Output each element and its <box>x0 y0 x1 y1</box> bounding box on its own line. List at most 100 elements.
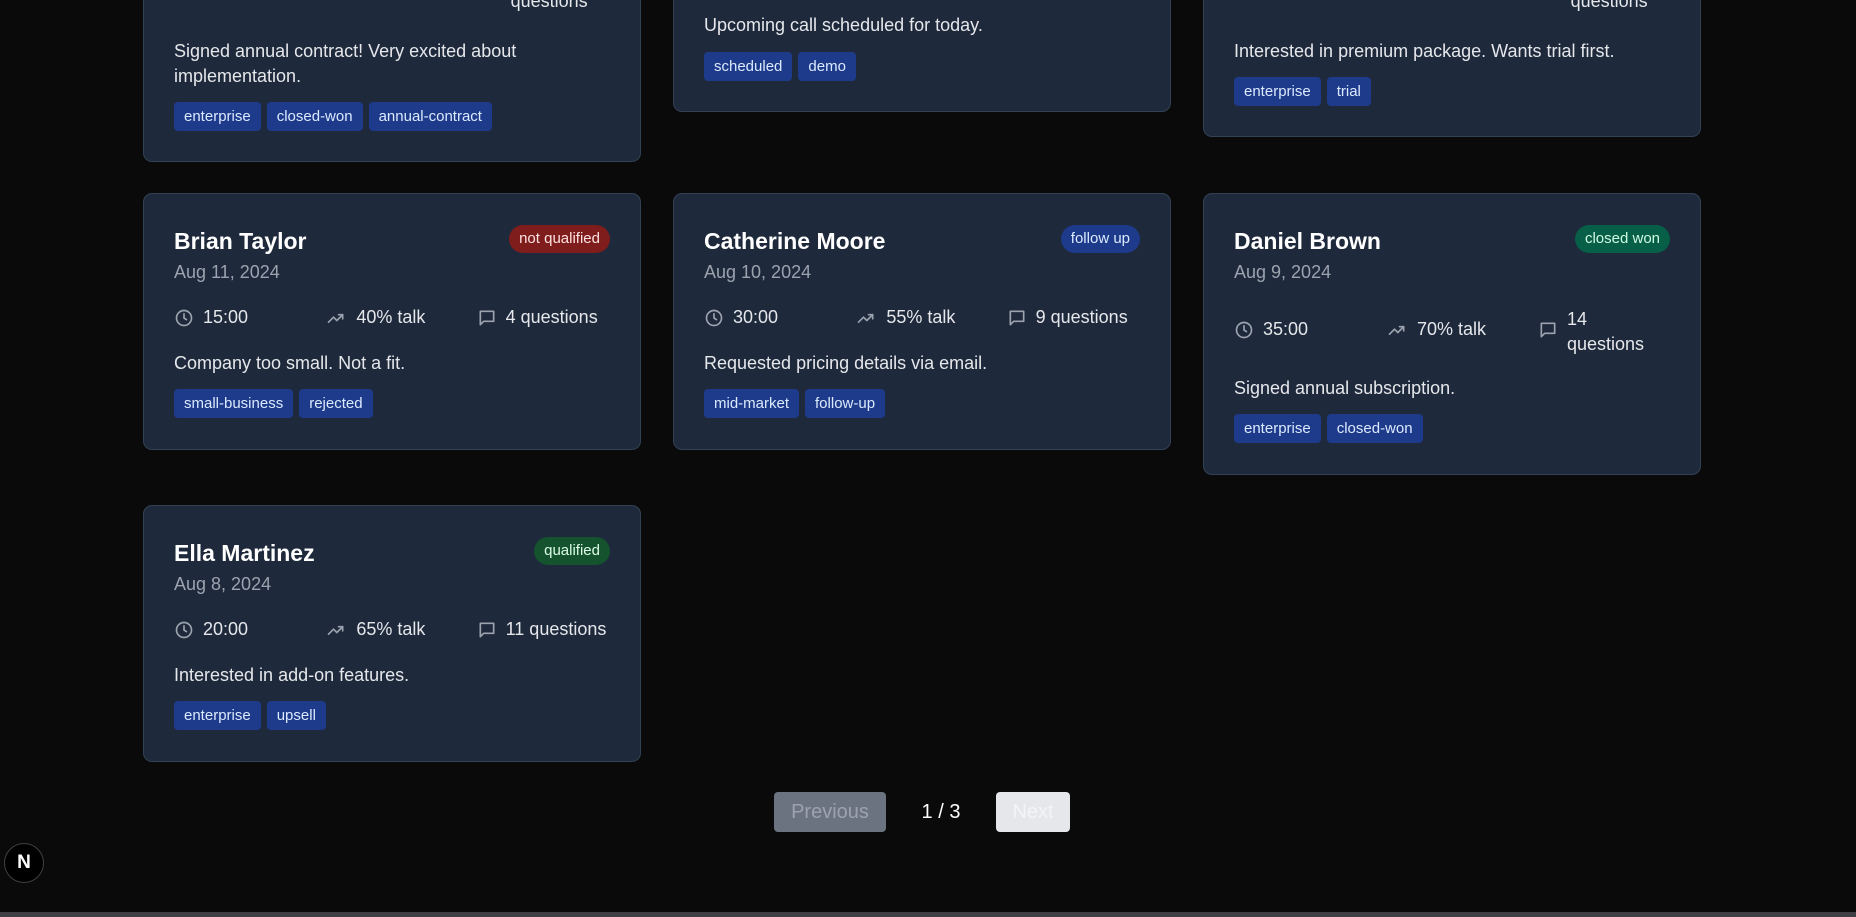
message-square-icon <box>1009 310 1025 326</box>
tag[interactable]: upsell <box>266 701 326 730</box>
tag[interactable]: demo <box>798 52 856 81</box>
talk-metric: 40% talk <box>325 307 476 328</box>
status-badge: follow up <box>1060 225 1140 253</box>
talk-metric: 70% talk <box>1386 319 1538 357</box>
tag[interactable]: enterprise <box>174 102 261 131</box>
duration-metric: 35:00 <box>1234 319 1386 357</box>
message-square-icon <box>479 622 495 638</box>
tag[interactable]: enterprise <box>1234 77 1321 106</box>
tag[interactable]: trial <box>1326 77 1371 106</box>
talk-metric <box>1385 0 1536 12</box>
talk-value: 65% talk <box>356 619 426 639</box>
questions-value: questions <box>510 0 588 11</box>
call-metrics: questions <box>174 0 610 12</box>
tag-list: mid-market follow-up <box>704 389 1140 418</box>
status-badge: not qualified <box>509 225 610 253</box>
tag[interactable]: mid-market <box>704 389 800 418</box>
duration-value: 15:00 <box>203 307 249 327</box>
next-button[interactable]: Next <box>996 792 1070 832</box>
tag-list: scheduled demo <box>704 52 1140 81</box>
tag[interactable]: small-business <box>174 389 294 418</box>
call-metrics: 35:00 70% talk 14 questions <box>1234 307 1670 357</box>
tag[interactable]: enterprise <box>1234 414 1321 443</box>
call-card[interactable]: questions Interested in premium package.… <box>1203 0 1701 137</box>
call-card[interactable]: Ella Martinez Aug 8, 2024 qualified 20:0… <box>143 505 641 762</box>
questions-value: 4 questions <box>505 307 598 327</box>
message-square-icon <box>479 310 495 326</box>
call-card[interactable]: Catherine Moore Aug 10, 2024 follow up 3… <box>673 193 1171 450</box>
talk-metric: 65% talk <box>325 619 476 640</box>
talk-metric <box>325 0 476 12</box>
tag[interactable]: closed-won <box>1326 414 1423 443</box>
questions-metric: 11 questions <box>477 619 610 640</box>
duration-metric <box>1234 0 1385 12</box>
page-indicator: 1 / 3 <box>921 800 961 823</box>
questions-value: 9 questions <box>1035 307 1128 327</box>
tag-list: enterprise closed-won <box>1234 414 1670 443</box>
clock-icon <box>705 309 723 327</box>
questions-metric: 14 questions <box>1538 309 1644 357</box>
call-date: Aug 9, 2024 <box>1234 262 1332 282</box>
duration-value: 20:00 <box>203 619 249 639</box>
questions-value: questions <box>1570 0 1648 11</box>
talk-metric: 55% talk <box>855 307 1006 328</box>
talk-value: 70% talk <box>1417 319 1487 339</box>
call-card[interactable]: questions Signed annual contract! Very e… <box>143 0 641 162</box>
call-summary: Requested pricing details via email. <box>704 353 988 373</box>
questions-metric: 4 questions <box>477 307 610 328</box>
framework-logo-icon[interactable]: N <box>4 843 44 883</box>
call-date: Aug 8, 2024 <box>174 574 272 594</box>
call-summary: Upcoming call scheduled for today. <box>704 15 983 35</box>
tag[interactable]: annual-contract <box>368 102 492 131</box>
call-card[interactable]: Daniel Brown Aug 9, 2024 closed won 35:0… <box>1203 193 1701 475</box>
tag-list: enterprise upsell <box>174 701 610 730</box>
tag[interactable]: closed-won <box>266 102 363 131</box>
trending-up-icon <box>327 625 344 635</box>
call-date: Aug 11, 2024 <box>174 262 280 282</box>
clock-icon <box>1235 321 1253 339</box>
contact-name: Ella Martinez <box>174 540 315 566</box>
clock-icon <box>175 309 193 327</box>
duration-metric: 20:00 <box>174 619 325 640</box>
message-square-icon <box>1540 322 1556 338</box>
horizontal-scrollbar[interactable] <box>0 912 1856 917</box>
duration-metric: 15:00 <box>174 307 325 328</box>
tag[interactable]: enterprise <box>174 701 261 730</box>
contact-name: Catherine Moore <box>704 228 886 254</box>
call-metrics: questions <box>1234 0 1670 12</box>
status-badge: qualified <box>534 537 610 565</box>
clock-icon <box>175 621 193 639</box>
duration-metric: 30:00 <box>704 307 855 328</box>
trending-up-icon <box>857 313 874 323</box>
duration-value: 30:00 <box>733 307 779 327</box>
questions-metric: 9 questions <box>1007 307 1140 328</box>
tag[interactable]: rejected <box>299 389 373 418</box>
pagination: Previous 1 / 3 Next <box>774 792 1070 832</box>
logo-letter: N <box>17 852 31 873</box>
call-date: Aug 10, 2024 <box>704 262 812 282</box>
contact-name: Daniel Brown <box>1234 228 1381 254</box>
tag-list: enterprise closed-won annual-contract <box>174 102 610 131</box>
tag-list: small-business rejected <box>174 389 610 418</box>
questions-metric: questions <box>1537 0 1670 12</box>
call-summary: Company too small. Not a fit. <box>174 353 406 373</box>
call-metrics: 30:00 55% talk 9 questions <box>704 307 1140 328</box>
call-summary: Interested in add-on features. <box>174 665 410 685</box>
status-badge: closed won <box>1574 225 1670 253</box>
talk-value: 40% talk <box>356 307 426 327</box>
duration-metric <box>174 0 325 12</box>
call-summary: Signed annual contract! Very excited abo… <box>174 41 517 86</box>
tag[interactable]: follow-up <box>805 389 886 418</box>
duration-value: 35:00 <box>1263 319 1309 339</box>
call-metrics: 15:00 40% talk 4 questions <box>174 307 610 328</box>
questions-metric: questions <box>477 0 610 12</box>
call-card[interactable]: Upcoming call scheduled for today. sched… <box>673 0 1171 112</box>
call-summary: Interested in premium package. Wants tri… <box>1234 41 1615 61</box>
trending-up-icon <box>1388 325 1405 335</box>
talk-value: 55% talk <box>886 307 956 327</box>
previous-button[interactable]: Previous <box>774 792 886 832</box>
call-metrics: 20:00 65% talk 11 questions <box>174 619 610 640</box>
tag[interactable]: scheduled <box>704 52 793 81</box>
contact-name: Brian Taylor <box>174 228 307 254</box>
call-card[interactable]: Brian Taylor Aug 11, 2024 not qualified … <box>143 193 641 450</box>
